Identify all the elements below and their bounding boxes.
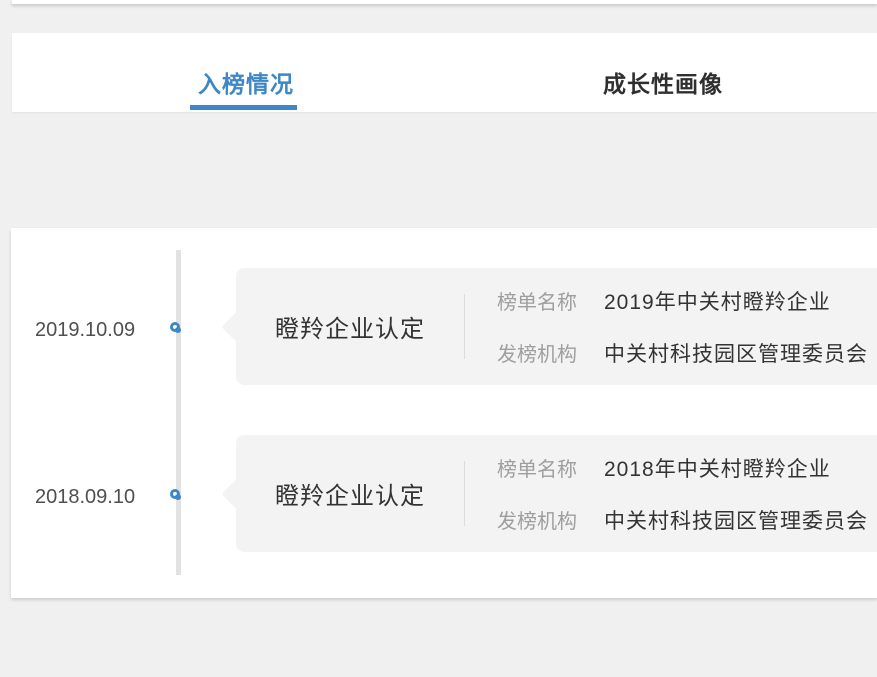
top-card-sliver [12,0,877,4]
timeline-panel: 2019.10.09 瞪羚企业认定 榜单名称 2019年中关村瞪羚企业 发榜机构… [11,228,877,598]
timeline-entry: 2019.10.09 瞪羚企业认定 榜单名称 2019年中关村瞪羚企业 发榜机构… [11,268,877,385]
page: 入榜情况 成长性画像 E 入榜情况 NTRY TO THE LIST 2019.… [0,0,877,677]
field-row: 榜单名称 2019年中关村瞪羚企业 [497,286,868,316]
field-row: 榜单名称 2018年中关村瞪羚企业 [497,453,868,483]
field-row: 发榜机构 中关村科技园区管理委员会 [497,505,868,535]
entry-bubble: 瞪羚企业认定 榜单名称 2019年中关村瞪羚企业 发榜机构 中关村科技园区管理委… [236,268,877,385]
tab-entry-to-list[interactable]: 入榜情况 [198,65,294,99]
entry-fields: 榜单名称 2018年中关村瞪羚企业 发榜机构 中关村科技园区管理委员会 [497,435,868,552]
entry-bubble: 瞪羚企业认定 榜单名称 2018年中关村瞪羚企业 发榜机构 中关村科技园区管理委… [236,435,877,552]
field-label: 发榜机构 [497,338,578,367]
field-label: 发榜机构 [497,505,578,534]
timeline-entry: 2018.09.10 瞪羚企业认定 榜单名称 2018年中关村瞪羚企业 发榜机构… [11,435,877,552]
timeline-marker-icon [170,489,180,499]
entry-divider [464,294,465,359]
timeline-marker-icon [170,322,180,332]
field-label: 榜单名称 [497,453,578,482]
field-value: 2018年中关村瞪羚企业 [604,453,831,483]
tab-bar: 入榜情况 成长性画像 [12,33,877,112]
field-value: 2019年中关村瞪羚企业 [604,286,831,316]
entry-divider [464,461,465,526]
entry-date: 2019.10.09 [35,318,147,342]
section-header: E 入榜情况 NTRY TO THE LIST [0,112,877,228]
entry-date: 2018.09.10 [35,485,147,509]
field-value: 中关村科技园区管理委员会 [604,338,868,368]
entry-title: 瞪羚企业认定 [236,435,464,552]
field-row: 发榜机构 中关村科技园区管理委员会 [497,338,868,368]
active-tab-underline [190,105,297,110]
field-label: 榜单名称 [497,286,578,315]
entry-fields: 榜单名称 2019年中关村瞪羚企业 发榜机构 中关村科技园区管理委员会 [497,268,868,385]
tab-growth-profile[interactable]: 成长性画像 [603,65,723,99]
field-value: 中关村科技园区管理委员会 [604,505,868,535]
entry-title: 瞪羚企业认定 [236,268,464,385]
